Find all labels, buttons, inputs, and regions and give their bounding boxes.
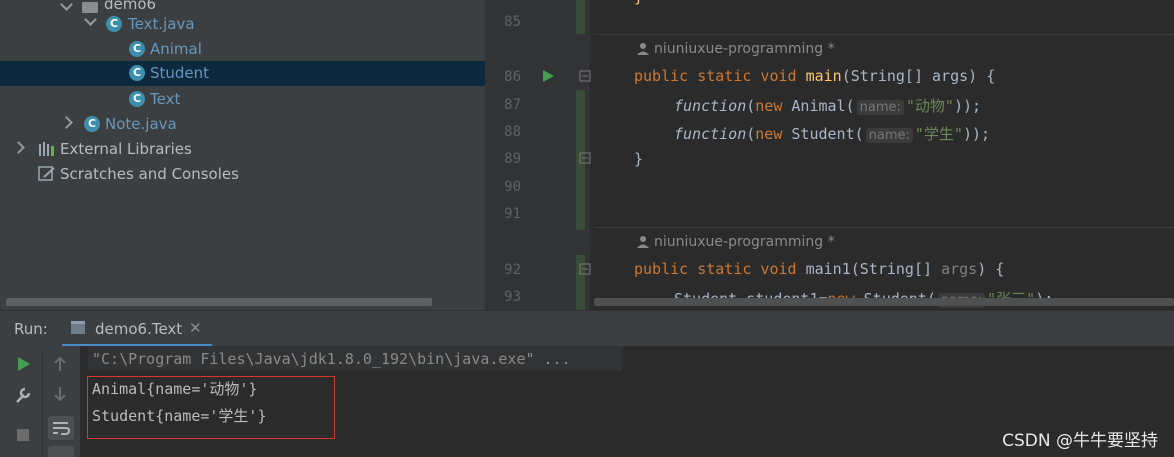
run-toolbar: Run: demo6.Text ✕ <box>0 310 1174 347</box>
line-number: 86 <box>504 69 521 85</box>
stop-icon[interactable] <box>16 428 30 442</box>
code-line-92: public static void main1(String[] args) … <box>634 260 1005 278</box>
tree-item-animal[interactable]: C Animal <box>0 37 485 62</box>
scratch-icon <box>38 166 55 181</box>
tree-item-note-java[interactable]: C Note.java <box>0 112 485 137</box>
line-number: 85 <box>504 14 521 30</box>
code-line-88: function(new Student(name: "学生")); <box>674 125 991 143</box>
soft-wrap-icon <box>53 422 70 435</box>
run-label: Run: <box>14 320 48 338</box>
code-author[interactable]: niuniuxue-programming * <box>654 234 835 250</box>
arrow-up-icon[interactable] <box>52 356 68 372</box>
soft-wrap-button[interactable] <box>48 416 74 440</box>
run-sidebar <box>0 346 80 457</box>
parameter-hint: name: <box>856 100 904 115</box>
java-file-icon: C <box>84 116 100 132</box>
author-icon <box>637 43 649 55</box>
console-command: "C:\Program Files\Java\jdk1.8.0_192\bin\… <box>92 350 571 368</box>
code-line-87: function(new Animal(name: "动物")); <box>674 97 982 115</box>
code-line-84: } <box>634 0 643 6</box>
author-icon <box>637 236 649 248</box>
editor-horizontal-scrollbar[interactable] <box>594 298 1174 306</box>
tree-item-text[interactable]: C Text <box>0 87 485 112</box>
separator <box>594 227 1174 228</box>
tree-item-student[interactable]: C Student <box>0 61 485 86</box>
line-number: 90 <box>504 179 521 195</box>
code-line-86: public static void main(String[] args) { <box>634 67 996 85</box>
library-icon <box>39 142 54 156</box>
run-tab[interactable]: demo6.Text ✕ <box>62 311 212 347</box>
class-icon: C <box>129 65 145 81</box>
separator <box>594 34 1174 35</box>
project-tree: demo6 C Text.java C Animal C Student C T… <box>0 0 485 310</box>
highlight-box <box>87 376 335 439</box>
change-marker <box>576 0 585 34</box>
fold-icon[interactable] <box>579 263 591 275</box>
chevron-right-icon[interactable] <box>12 141 25 154</box>
line-number: 89 <box>504 151 521 167</box>
run-config-icon <box>71 321 85 334</box>
line-number: 88 <box>504 124 521 140</box>
tree-horizontal-scrollbar[interactable] <box>6 298 432 306</box>
close-tab-icon[interactable]: ✕ <box>189 319 202 337</box>
parameter-hint: name: <box>865 128 913 143</box>
arrow-down-icon[interactable] <box>52 386 68 402</box>
line-number: 92 <box>504 262 521 278</box>
tree-item-text-java[interactable]: C Text.java <box>0 12 485 37</box>
line-number: 93 <box>504 289 521 305</box>
fold-icon[interactable] <box>579 70 591 82</box>
run-gutter-icon[interactable] <box>541 69 555 83</box>
scroll-to-end-button[interactable] <box>48 446 74 457</box>
class-icon: C <box>129 41 145 57</box>
tree-item-scratches[interactable]: Scratches and Consoles <box>0 162 485 187</box>
watermark: CSDN @牛牛要坚持 <box>1002 431 1158 451</box>
java-file-icon: C <box>106 16 122 32</box>
chevron-down-icon[interactable] <box>60 0 73 11</box>
tree-item-external-libraries[interactable]: External Libraries <box>0 137 485 162</box>
fold-icon[interactable] <box>579 152 591 164</box>
chevron-right-icon[interactable] <box>60 116 73 129</box>
wrench-icon[interactable] <box>14 386 32 404</box>
line-number: 91 <box>504 206 521 222</box>
chevron-down-icon[interactable] <box>84 13 97 26</box>
class-icon: C <box>129 91 145 107</box>
code-line-89: } <box>634 150 644 168</box>
rerun-icon[interactable] <box>16 356 32 372</box>
line-number: 87 <box>504 97 521 113</box>
code-author[interactable]: niuniuxue-programming * <box>654 41 835 57</box>
